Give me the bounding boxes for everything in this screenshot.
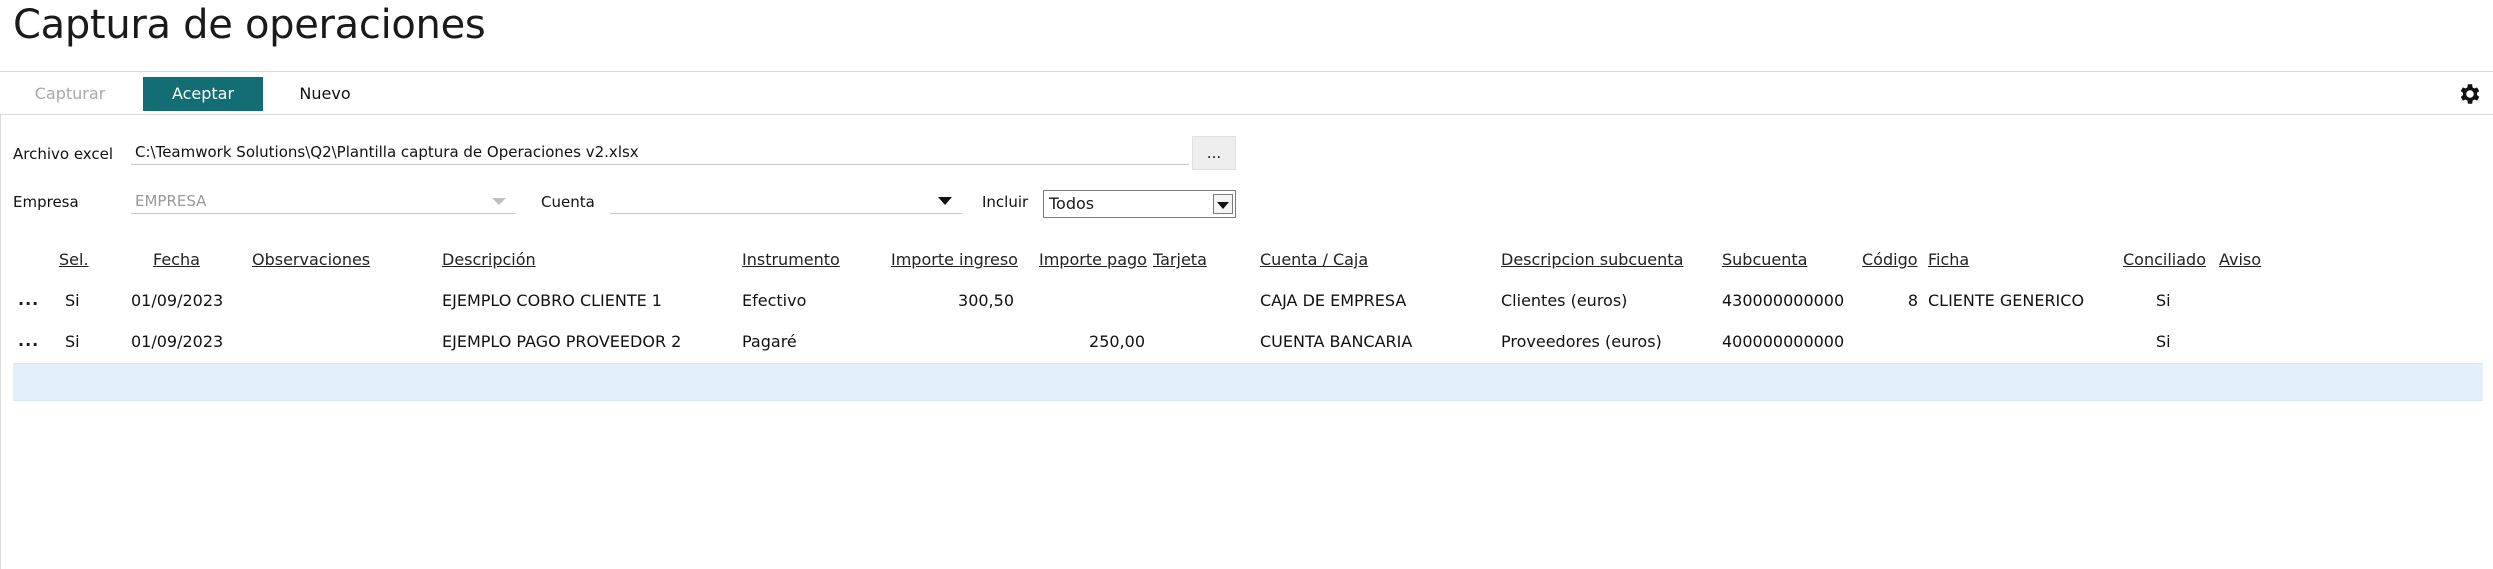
nuevo-button[interactable]: Nuevo (275, 77, 375, 111)
cell-cuenta-caja[interactable]: CAJA DE EMPRESA (1260, 291, 1406, 310)
col-header-observaciones[interactable]: Observaciones (252, 250, 370, 269)
cell-cuenta-caja[interactable]: CUENTA BANCARIA (1260, 332, 1412, 351)
empresa-label: Empresa (13, 193, 79, 211)
empresa-value: EMPRESA (135, 192, 207, 210)
archivo-excel-field[interactable]: C:\Teamwork Solutions\Q2\Plantilla captu… (131, 139, 1189, 165)
toolbar: Capturar Aceptar Nuevo (0, 71, 2493, 115)
incluir-label: Incluir (982, 193, 1029, 211)
cell-fecha[interactable]: 01/09/2023 (131, 332, 223, 351)
cell-sel[interactable]: Si (65, 332, 80, 351)
cell-codigo[interactable]: 8 (1862, 291, 1918, 310)
aceptar-button[interactable]: Aceptar (143, 77, 263, 111)
cell-conciliado[interactable]: Si (2156, 291, 2171, 310)
empresa-select[interactable]: EMPRESA (131, 188, 516, 214)
col-header-ficha[interactable]: Ficha (1928, 250, 1969, 269)
cell-conciliado[interactable]: Si (2156, 332, 2171, 351)
cell-importe-ingreso[interactable]: 300,50 (891, 291, 1014, 310)
cell-descripcion-subcuenta[interactable]: Clientes (euros) (1501, 291, 1627, 310)
cell-sel[interactable]: Si (65, 291, 80, 310)
new-entry-row[interactable] (13, 363, 2483, 401)
cell-importe-pago[interactable]: 250,00 (1039, 332, 1145, 351)
col-header-tarjeta[interactable]: Tarjeta (1153, 250, 1207, 269)
col-header-codigo[interactable]: Código (1862, 250, 1918, 269)
cell-descripcion-subcuenta[interactable]: Proveedores (euros) (1501, 332, 1662, 351)
cell-instrumento[interactable]: Efectivo (742, 291, 806, 310)
chevron-down-icon[interactable] (938, 197, 952, 205)
col-header-subcuenta[interactable]: Subcuenta (1722, 250, 1807, 269)
col-header-instrumento[interactable]: Instrumento (742, 250, 840, 269)
col-header-cuenta-caja[interactable]: Cuenta / Caja (1260, 250, 1368, 269)
cell-descripcion[interactable]: EJEMPLO PAGO PROVEEDOR 2 (442, 332, 681, 351)
cell-fecha[interactable]: 01/09/2023 (131, 291, 223, 310)
col-header-fecha[interactable]: Fecha (153, 250, 200, 269)
chevron-down-icon[interactable] (492, 198, 506, 205)
row-menu-button[interactable]: ... (18, 290, 39, 309)
chevron-down-icon (1217, 202, 1229, 209)
gear-icon[interactable] (2457, 81, 2483, 107)
col-header-conciliado[interactable]: Conciliado (2123, 250, 2206, 269)
col-header-importe-pago[interactable]: Importe pago (1039, 250, 1147, 269)
col-header-descripcion[interactable]: Descripción (442, 250, 536, 269)
page-title: Captura de operaciones (13, 2, 486, 48)
cuenta-label: Cuenta (541, 193, 595, 211)
browse-button[interactable]: ... (1192, 136, 1236, 170)
incluir-value: Todos (1049, 194, 1095, 213)
cuenta-select[interactable] (610, 188, 962, 214)
archivo-excel-label: Archivo excel (13, 145, 114, 163)
incluir-dropdown-button[interactable] (1213, 194, 1233, 214)
cell-descripcion[interactable]: EJEMPLO COBRO CLIENTE 1 (442, 291, 662, 310)
row-menu-button[interactable]: ... (18, 331, 39, 350)
cell-instrumento[interactable]: Pagaré (742, 332, 797, 351)
col-header-descripcion-subcuenta[interactable]: Descripcion subcuenta (1501, 250, 1683, 269)
capturar-button[interactable]: Capturar (20, 77, 120, 111)
col-header-aviso[interactable]: Aviso (2219, 250, 2261, 269)
left-border (0, 115, 1, 569)
col-header-importe-ingreso[interactable]: Importe ingreso (891, 250, 1018, 269)
cell-subcuenta[interactable]: 430000000000 (1722, 291, 1844, 310)
col-header-sel[interactable]: Sel. (59, 250, 89, 269)
cell-ficha[interactable]: CLIENTE GENERICO (1928, 291, 2084, 310)
cell-subcuenta[interactable]: 400000000000 (1722, 332, 1844, 351)
incluir-select[interactable]: Todos (1043, 190, 1236, 218)
